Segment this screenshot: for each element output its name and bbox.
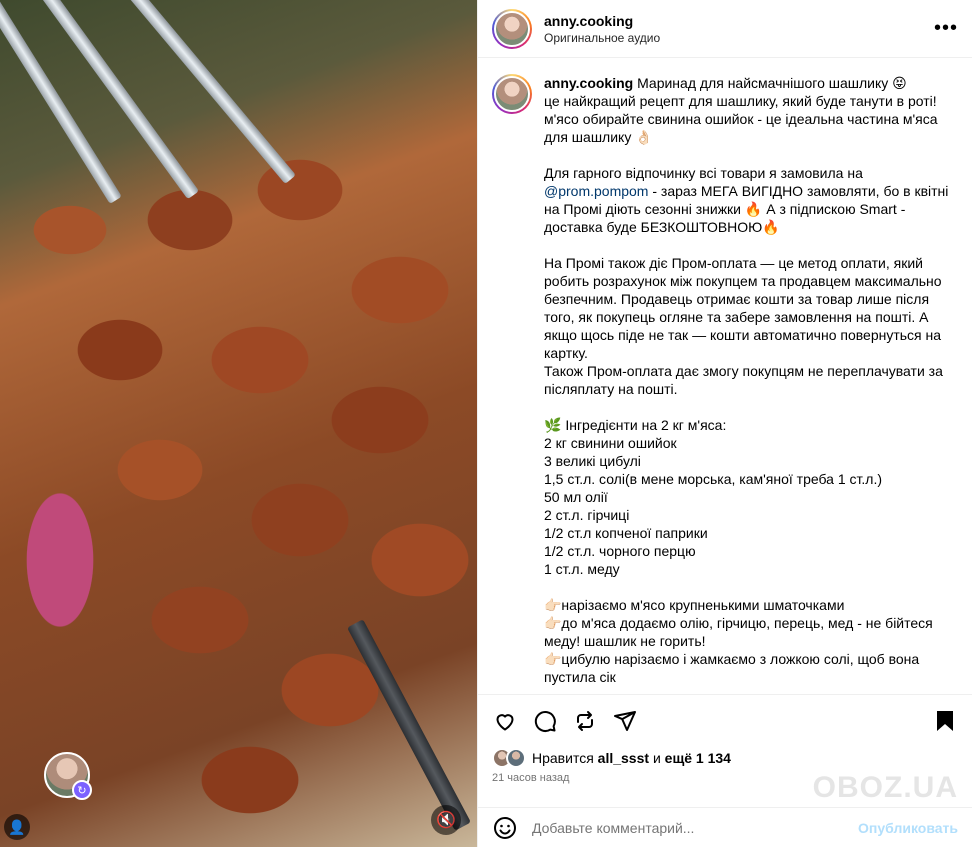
bookmark-icon[interactable] [932,708,958,734]
ingredient-item: 1 ст.л. меду [544,561,620,577]
share-icon[interactable] [612,708,638,734]
audio-label[interactable]: Оригинальное аудио [544,30,934,46]
comments-section: anny.cooking Маринад для найсмачнішого ш… [478,58,972,694]
mention-link[interactable]: @prom.pompom [544,183,648,199]
likers-avatars[interactable] [492,748,526,768]
caption-avatar[interactable] [492,74,532,114]
post-comment-button[interactable]: Опубликовать [858,820,958,836]
post-header: anny.cooking Оригинальное аудио ••• [478,0,972,58]
action-bar [478,694,972,746]
user-tag-icon[interactable]: 👤 [4,814,30,840]
heart-icon[interactable] [492,708,518,734]
caption-line: На Промі також діє Пром-оплата — це мето… [544,255,942,361]
author-username[interactable]: anny.cooking [544,12,934,30]
likes-middle: и [652,750,661,766]
emoji-icon[interactable] [492,815,518,841]
caption-username[interactable]: anny.cooking [544,75,633,91]
post-panel: anny.cooking Оригинальное аудио ••• anny… [477,0,972,847]
likes-count[interactable]: ещё 1 134 [665,750,731,766]
ingredients-title: 🌿 Інгредієнти на 2 кг м'яса: [544,417,727,433]
liker-username[interactable]: all_ssst [598,750,649,766]
ingredient-item: 1/2 ст.л. чорного перцю [544,543,696,559]
caption-line: Для гарного відпочинку всі товари я замо… [544,165,863,181]
caption-line: м'ясо обирайте свинина ошийок - це ідеал… [544,111,938,145]
likes-row: Нравится all_ssst и ещё 1 134 [492,746,958,770]
add-comment-bar: Опубликовать [478,807,972,847]
skewer [347,619,471,831]
likes-prefix: Нравится [532,750,594,766]
ingredient-item: 1/2 ст.л копченої паприки [544,525,708,541]
comment-input[interactable] [532,819,859,836]
watermark: OBOZ.UA [812,771,958,804]
step-item: 👉🏻цибулю нарізаємо і жамкаємо з ложкою с… [544,651,920,685]
ingredient-item: 50 мл олії [544,489,608,505]
post-timestamp[interactable]: 21 часов назад [492,772,569,784]
author-avatar[interactable] [492,8,532,49]
ingredient-item: 1,5 ст.л. солі(в мене морська, кам'яної … [544,471,883,487]
post-media[interactable]: ↻ 👤 🔇 [0,0,477,847]
caption-line: Також Пром-оплата дає змогу покупцям не … [544,363,943,397]
caption-line: це найкращий рецепт для шашлику, який бу… [544,93,937,109]
repost-icon[interactable] [572,708,598,734]
ingredient-item: 3 великі цибулі [544,453,641,469]
step-item: 👉🏻до м'яса додаємо олію, гірчицю, перець… [544,615,933,649]
caption-text: anny.cooking Маринад для найсмачнішого ш… [544,74,958,686]
caption-first-line: Маринад для найсмачнішого шашлику 😝 [637,75,907,91]
step-item: 👉🏻нарізаємо м'ясо крупненькими шматочкам… [544,597,845,613]
caption: anny.cooking Маринад для найсмачнішого ш… [492,74,958,686]
collab-badge-icon: ↻ [72,780,92,800]
mute-icon[interactable]: 🔇 [431,805,461,835]
skewer [118,0,296,185]
ingredient-item: 2 кг свинини ошийок [544,435,677,451]
comment-icon[interactable] [532,708,558,734]
ingredient-item: 2 ст.л. гірчиці [544,507,630,523]
skewer [0,0,122,204]
more-icon[interactable]: ••• [934,17,958,40]
